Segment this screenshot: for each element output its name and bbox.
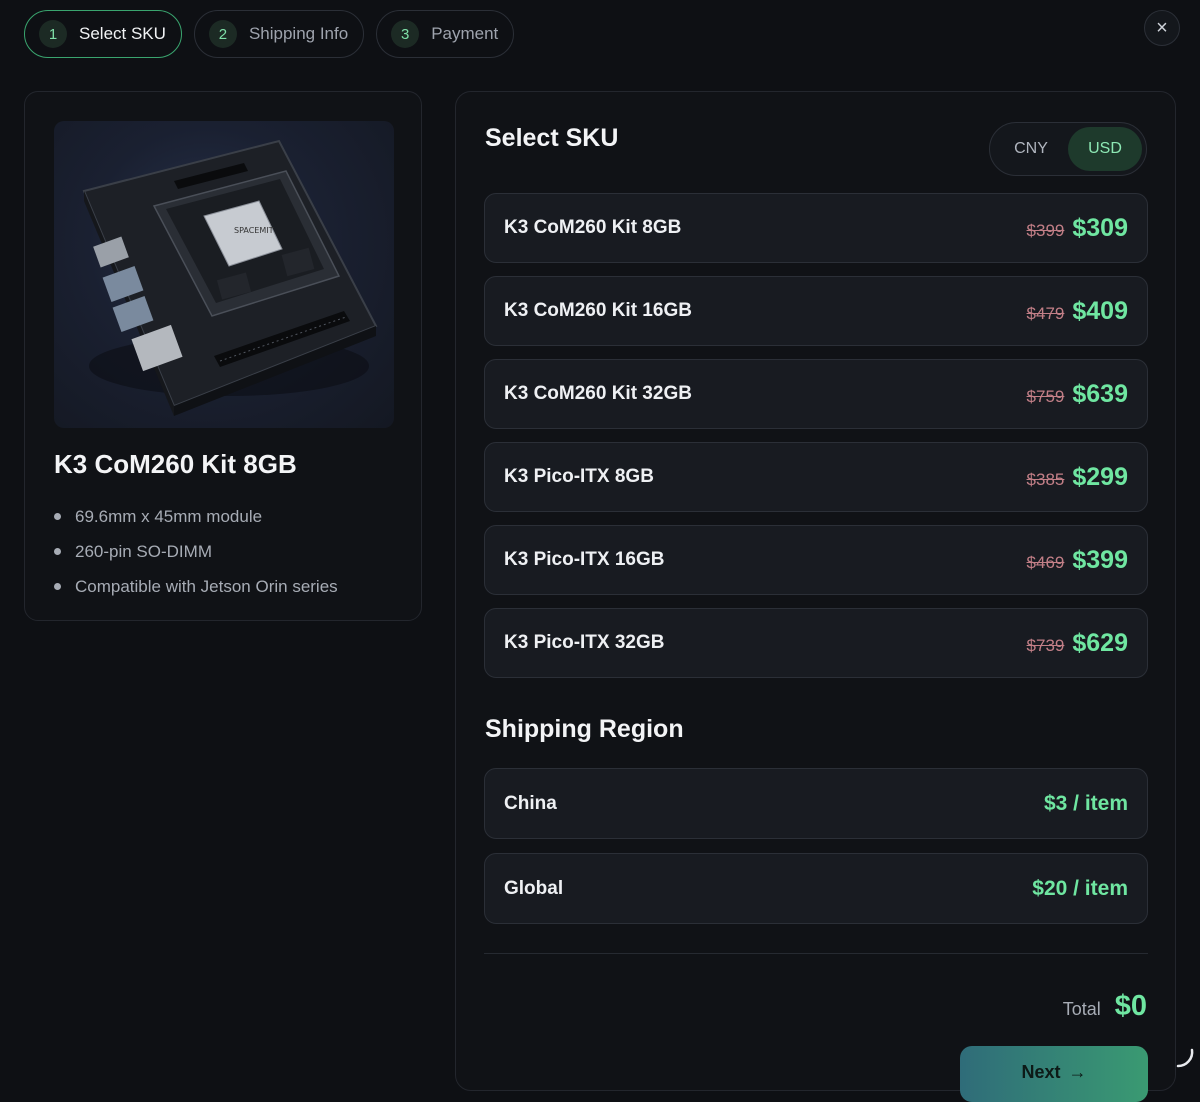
currency-option-cny[interactable]: CNY	[994, 127, 1068, 171]
sale-price: $309	[1072, 213, 1128, 242]
sku-section-title: Select SKU	[485, 124, 619, 152]
total-label: Total	[1062, 999, 1101, 1019]
step-label: Select SKU	[79, 24, 166, 43]
sku-list: K3 CoM260 Kit 8GB $399 $309 K3 CoM260 Ki…	[484, 193, 1148, 691]
currency-option-usd[interactable]: USD	[1068, 127, 1142, 171]
step-number: 2	[208, 20, 237, 48]
sku-name: K3 CoM260 Kit 16GB	[504, 300, 692, 321]
original-price: $479	[1026, 303, 1065, 323]
original-price: $739	[1026, 635, 1065, 655]
sale-price: $299	[1072, 462, 1128, 491]
currency-toggle: CNY USD	[989, 122, 1147, 176]
bullet-icon	[54, 548, 61, 555]
sku-selection-panel: Select SKU CNY USD K3 CoM260 Kit 8GB $39…	[455, 91, 1176, 1102]
region-price: $3 / item	[1043, 791, 1128, 815]
original-price: $385	[1026, 469, 1065, 489]
sku-price: $399 $309	[1027, 214, 1128, 243]
sku-option[interactable]: K3 Pico-ITX 32GB $739 $629	[484, 608, 1148, 678]
total-value: $0	[1114, 990, 1147, 1022]
total-summary: Total $0	[1063, 990, 1147, 1023]
close-button[interactable]: ×	[1144, 10, 1180, 46]
sku-option[interactable]: K3 CoM260 Kit 32GB $759 $639	[484, 359, 1148, 429]
region-name: Global	[504, 877, 564, 899]
shipping-option-china[interactable]: China $3 / item	[484, 768, 1148, 839]
sku-price: $385 $299	[1027, 463, 1128, 492]
bullet-icon	[54, 583, 61, 590]
sku-price: $479 $409	[1027, 297, 1128, 326]
step-label: Payment	[431, 24, 499, 43]
sku-name: K3 Pico-ITX 16GB	[504, 549, 665, 570]
sku-option[interactable]: K3 Pico-ITX 8GB $385 $299	[484, 442, 1148, 512]
step-payment[interactable]: 3 Payment	[376, 10, 515, 58]
next-button[interactable]: Next →	[960, 1046, 1148, 1102]
sku-price: $759 $639	[1027, 380, 1128, 409]
feature-item: 69.6mm x 45mm module	[54, 499, 338, 534]
sale-price: $629	[1072, 628, 1128, 657]
sku-price: $469 $399	[1027, 546, 1128, 575]
divider	[484, 953, 1148, 954]
feature-text: Compatible with Jetson Orin series	[75, 576, 338, 596]
feature-item: Compatible with Jetson Orin series	[54, 569, 338, 604]
circuit-board-image: SPACEMIT	[54, 121, 394, 428]
bullet-icon	[54, 513, 61, 520]
step-number: 1	[39, 20, 67, 48]
sku-name: K3 Pico-ITX 32GB	[504, 632, 665, 653]
arrow-right-icon: →	[1068, 1062, 1087, 1082]
sale-price: $639	[1072, 379, 1128, 408]
product-title: K3 CoM260 Kit 8GB	[54, 449, 297, 479]
step-select-sku[interactable]: 1 Select SKU	[24, 10, 182, 58]
feature-text: 260-pin SO-DIMM	[75, 541, 212, 561]
shipping-section-title: Shipping Region	[485, 715, 684, 743]
sale-price: $399	[1072, 545, 1128, 574]
original-price: $759	[1026, 386, 1065, 406]
feature-list: 69.6mm x 45mm module 260-pin SO-DIMM Com…	[54, 499, 338, 604]
sku-option[interactable]: K3 Pico-ITX 16GB $469 $399	[484, 525, 1148, 595]
sku-name: K3 CoM260 Kit 8GB	[504, 217, 682, 238]
checkout-stepper: 1 Select SKU 2 Shipping Info 3 Payment	[24, 10, 515, 58]
sku-option[interactable]: K3 CoM260 Kit 8GB $399 $309	[484, 193, 1148, 263]
step-shipping-info[interactable]: 2 Shipping Info	[193, 10, 365, 58]
shipping-region-list: China $3 / item Global $20 / item	[484, 768, 1148, 938]
step-label: Shipping Info	[248, 24, 349, 43]
region-price: $20 / item	[1032, 876, 1128, 900]
shipping-option-global[interactable]: Global $20 / item	[484, 853, 1148, 924]
product-card: SPACEMIT K3 CoM260 Kit 8GB 69.6mm x 45mm…	[24, 91, 422, 621]
original-price: $469	[1026, 552, 1065, 572]
feature-item: 260-pin SO-DIMM	[54, 534, 338, 569]
sku-price: $739 $629	[1027, 629, 1128, 658]
sku-option[interactable]: K3 CoM260 Kit 16GB $479 $409	[484, 276, 1148, 346]
sale-price: $409	[1072, 296, 1128, 325]
sku-name: K3 Pico-ITX 8GB	[504, 466, 654, 487]
feature-text: 69.6mm x 45mm module	[75, 506, 263, 526]
sku-name: K3 CoM260 Kit 32GB	[504, 383, 692, 404]
svg-text:SPACEMIT: SPACEMIT	[234, 226, 274, 235]
circuit-board-icon: SPACEMIT	[82, 139, 378, 416]
close-icon: ×	[1156, 17, 1168, 39]
loading-spinner-icon	[1176, 1048, 1194, 1068]
region-name: China	[504, 792, 557, 814]
step-number: 3	[391, 20, 420, 48]
next-label: Next	[1021, 1062, 1061, 1082]
original-price: $399	[1026, 220, 1065, 240]
